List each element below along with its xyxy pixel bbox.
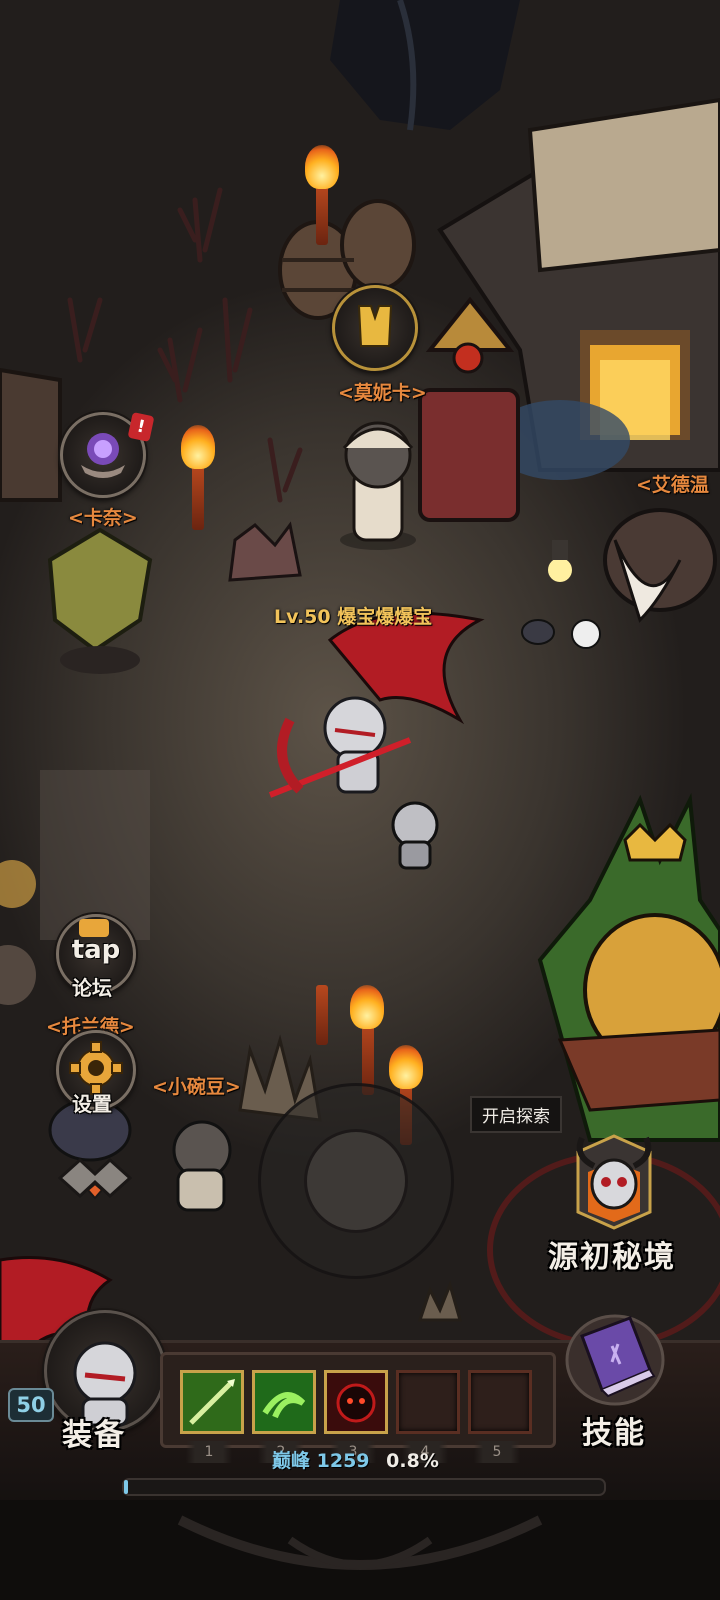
explore-portal-button[interactable] xyxy=(568,1132,660,1232)
torch xyxy=(192,465,204,530)
peak-progress-text: 0.8% xyxy=(386,1450,439,1472)
skill-slot-5[interactable] xyxy=(468,1370,532,1434)
skills-button[interactable] xyxy=(560,1300,670,1410)
torch-flame xyxy=(389,1045,423,1089)
player-level-badge: 50 xyxy=(8,1388,54,1422)
explore-tooltip: 开启探索 xyxy=(470,1096,562,1133)
skill-slot-2[interactable] xyxy=(252,1370,316,1434)
game-screen[interactable]: <莫妮卡> ! <卡奈> <艾德温 <托兰德> <小碗豆> Lv.50 爆宝爆爆… xyxy=(0,0,720,1600)
monica-robe-icon xyxy=(357,305,393,347)
slot-number-5: 5 xyxy=(474,1441,520,1463)
joystick-icon[interactable] xyxy=(304,1129,408,1233)
joystick-base[interactable] xyxy=(258,1083,454,1279)
npc-name-kana[interactable]: <卡奈> xyxy=(68,503,138,530)
torch-flame xyxy=(305,145,339,189)
forum-label[interactable]: 论坛 xyxy=(72,972,112,1001)
skill-book-icon xyxy=(565,1314,665,1406)
peak-value: 1259 xyxy=(316,1450,370,1472)
settings-label[interactable]: 设置 xyxy=(72,1088,112,1117)
demon-skill-icon xyxy=(327,1373,385,1431)
slot-number-1: 1 xyxy=(186,1441,232,1463)
torch xyxy=(316,185,328,245)
forum-icon-text: tap xyxy=(71,935,121,965)
player-character[interactable] xyxy=(320,700,410,810)
skills-label[interactable]: 技能 xyxy=(582,1408,646,1452)
ornament-decoration xyxy=(177,1515,543,1570)
peak-label: 巅峰 xyxy=(272,1450,311,1472)
peak-xp-bar xyxy=(122,1478,606,1496)
peak-xp-fill xyxy=(124,1480,128,1494)
whirlwind-skill-icon xyxy=(255,1373,313,1431)
peak-info: 巅峰 1259 0.8% xyxy=(272,1446,439,1473)
explore-label[interactable]: 源初秘境 xyxy=(548,1232,676,1276)
player-name: Lv.50 爆宝爆爆宝 xyxy=(274,606,433,628)
npc-name-monica[interactable]: <莫妮卡> xyxy=(338,378,427,405)
npc-name-xiaowandou[interactable]: <小碗豆> xyxy=(152,1072,241,1099)
skill-slot-4[interactable] xyxy=(396,1370,460,1434)
equipment-label[interactable]: 装备 xyxy=(62,1410,126,1454)
torch-flame xyxy=(181,425,215,469)
bottom-frame xyxy=(0,1500,720,1600)
monica-npc-button[interactable] xyxy=(332,285,418,371)
spear-skill-icon xyxy=(183,1373,241,1431)
collapse-icon xyxy=(57,1157,133,1200)
torch-flame xyxy=(350,985,384,1029)
collapse-button[interactable] xyxy=(52,1148,138,1208)
skill-slot-3[interactable] xyxy=(324,1370,388,1434)
torch xyxy=(316,985,328,1045)
skull-portal-icon xyxy=(576,1134,652,1230)
npc-name-edwin[interactable]: <艾德温 xyxy=(636,470,709,497)
skill-slot-1[interactable] xyxy=(180,1370,244,1434)
